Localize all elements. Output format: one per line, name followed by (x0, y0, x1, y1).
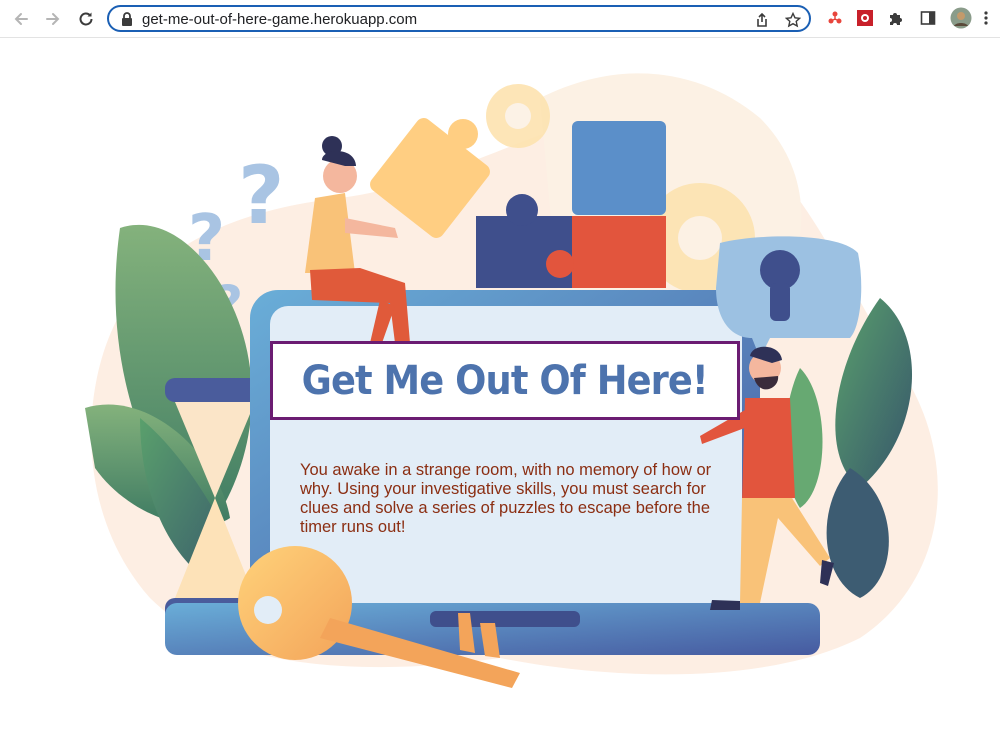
forward-button[interactable] (40, 6, 66, 32)
arrow-right-icon (46, 13, 60, 25)
extensions-button[interactable] (886, 8, 906, 28)
url-text: get-me-out-of-here-game.herokuapp.com (142, 11, 418, 28)
profile-button[interactable] (949, 6, 973, 30)
extension-2-button[interactable] (855, 8, 875, 28)
reload-button[interactable] (73, 6, 99, 32)
lock-icon (122, 12, 132, 26)
title-banner: Get Me Out Of Here! (270, 341, 740, 420)
svg-text:?: ? (238, 149, 284, 242)
extension-1-button[interactable] (825, 8, 845, 28)
address-bar[interactable]: get-me-out-of-here-game.herokuapp.com (107, 5, 811, 32)
back-button[interactable] (8, 6, 34, 32)
page-content: ? ? ? (0, 38, 1000, 731)
extension-icon (828, 11, 842, 24)
intro-text: You awake in a strange room, with no mem… (300, 461, 712, 536)
puzzle-icon (890, 13, 902, 25)
browser-toolbar: get-me-out-of-here-game.herokuapp.com (0, 0, 1000, 38)
star-icon (785, 12, 801, 28)
extension-icon (857, 10, 873, 26)
side-panel-button[interactable] (918, 8, 938, 28)
share-icon (757, 12, 767, 27)
reload-icon (79, 12, 93, 26)
menu-button[interactable] (976, 8, 996, 28)
share-button[interactable] (752, 10, 772, 30)
avatar (950, 7, 972, 29)
kebab-menu-icon (984, 11, 988, 25)
bookmark-button[interactable] (783, 10, 803, 30)
side-panel-icon (920, 11, 936, 25)
page-title: Get Me Out Of Here! (301, 357, 709, 404)
arrow-left-icon (14, 13, 28, 25)
